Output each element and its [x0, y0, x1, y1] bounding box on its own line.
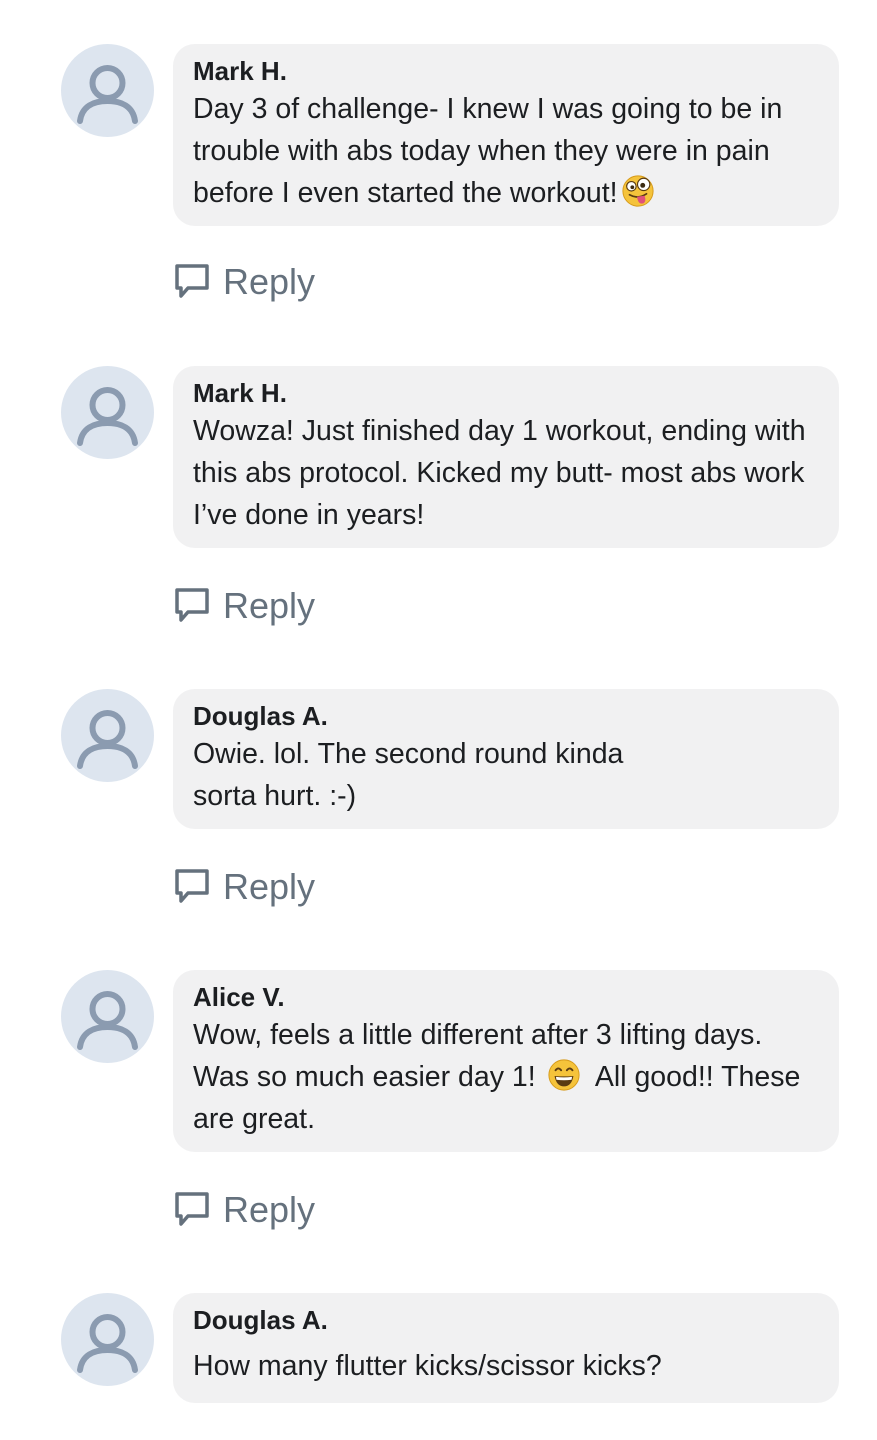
- comment-bubble: Mark H. Day 3 of challenge- I knew I was…: [173, 44, 839, 226]
- comment-author[interactable]: Mark H.: [193, 378, 819, 408]
- comment-text-body: Day 3 of challenge- I knew I was going t…: [193, 93, 791, 209]
- reply-label: Reply: [223, 261, 316, 302]
- reply-button[interactable]: Reply: [173, 586, 315, 626]
- user-avatar-icon: [77, 1314, 138, 1373]
- comment-author[interactable]: Alice V.: [193, 982, 819, 1012]
- reply-label: Reply: [223, 866, 316, 907]
- reply-label: Reply: [223, 1189, 316, 1230]
- avatar[interactable]: [61, 970, 154, 1063]
- comment-bubble: Alice V. Wow, feels a little different a…: [173, 970, 839, 1152]
- user-avatar-icon: [77, 65, 138, 124]
- comment-bubble: Douglas A. Owie. lol. The second round k…: [173, 689, 839, 829]
- comment-text: Wow, feels a little different after 3 li…: [193, 1014, 819, 1140]
- reply-button[interactable]: Reply: [173, 867, 315, 907]
- reply-label: Reply: [223, 585, 316, 626]
- user-avatar-icon: [77, 991, 138, 1050]
- avatar[interactable]: [61, 689, 154, 782]
- comment-text: Owie. lol. The second round kinda sorta …: [193, 738, 624, 812]
- avatar[interactable]: [61, 44, 154, 137]
- comment-author[interactable]: Douglas A.: [193, 701, 819, 731]
- avatar[interactable]: [61, 1293, 154, 1386]
- comment-author[interactable]: Douglas A.: [193, 1305, 819, 1335]
- comment-icon: [173, 262, 211, 302]
- comment-bubble: Douglas A. How many flutter kicks/scisso…: [173, 1293, 839, 1403]
- user-avatar-icon: [77, 387, 138, 446]
- avatar[interactable]: [61, 366, 154, 459]
- reply-button[interactable]: Reply: [173, 262, 315, 302]
- comment-text: Wowza! Just finished day 1 workout, endi…: [193, 415, 814, 531]
- comment-text: How many flutter kicks/scissor kicks?: [193, 1350, 662, 1382]
- user-avatar-icon: [77, 710, 138, 769]
- grinning-face-emoji-icon: [548, 1059, 580, 1091]
- zany-face-emoji-icon: [621, 175, 654, 207]
- comment-icon: [173, 1190, 211, 1230]
- comment-author[interactable]: Mark H.: [193, 56, 819, 86]
- comment-bubble: Mark H. Wowza! Just finished day 1 worko…: [173, 366, 839, 548]
- comment-icon: [173, 586, 211, 626]
- reply-button[interactable]: Reply: [173, 1190, 315, 1230]
- comment-icon: [173, 867, 211, 907]
- comment-text: Day 3 of challenge- I knew I was going t…: [193, 88, 819, 214]
